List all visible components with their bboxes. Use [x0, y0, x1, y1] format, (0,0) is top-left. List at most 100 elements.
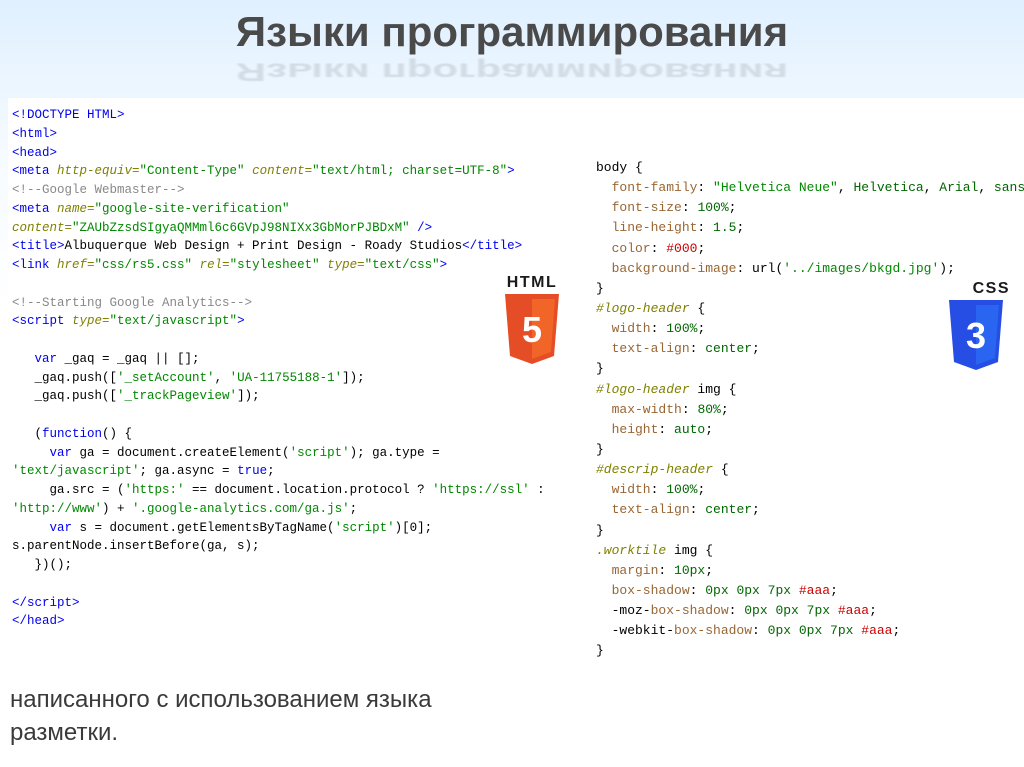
css-sep: ;: [729, 200, 737, 215]
css-brace: }: [596, 442, 604, 457]
css-code-panel: body { font-family: "Helvetica Neue", He…: [578, 98, 1018, 670]
css-prop: box-shadow: [651, 603, 729, 618]
css-sep: :: [682, 200, 698, 215]
css-color: #aaa: [861, 623, 892, 638]
js-kw: function: [42, 427, 102, 441]
css-prop: margin: [596, 563, 658, 578]
css-sel: .worktile: [596, 543, 666, 558]
css-sep: ;: [752, 502, 760, 517]
js-code: )[0];: [395, 521, 433, 535]
js-str: 'https:': [125, 483, 185, 497]
slide-title-reflection: Языки программирования: [0, 58, 1024, 87]
html5-shield-icon: 5: [500, 294, 564, 368]
js-code: :: [530, 483, 553, 497]
css-str: "Helvetica Neue": [713, 180, 838, 195]
html-attr: http-equiv=: [50, 164, 140, 178]
js-str: 'http://www': [12, 502, 102, 516]
css-sel: img {: [690, 382, 737, 397]
css-str: '../images/bkgd.jpg': [783, 261, 939, 276]
html5-label: HTML: [498, 274, 566, 292]
js-str: '_trackPageview': [117, 389, 237, 403]
html-str: "text/javascript": [110, 314, 238, 328]
html-comment: <!--Starting Google Analytics-->: [12, 296, 252, 310]
css-brace: }: [596, 643, 604, 658]
js-code: s.parentNode.insertBefore(ga, s);: [12, 539, 260, 553]
html-str: "css/rs5.css": [95, 258, 193, 272]
js-code: ); ga.type =: [350, 446, 448, 460]
css-prefix: -moz-: [596, 603, 651, 618]
css-val: 0px 0px 7px: [768, 623, 862, 638]
js-code: s = document.getElementsByTagName(: [72, 521, 335, 535]
html-attr: type=: [320, 258, 365, 272]
html-attr: type=: [65, 314, 110, 328]
css-color: #aaa: [838, 603, 869, 618]
css-val: 80%: [697, 402, 720, 417]
css-sep: :: [682, 402, 698, 417]
css-prop: height: [596, 422, 658, 437]
slide-title: Языки программирования: [0, 0, 1024, 56]
html-tag: >: [507, 164, 515, 178]
html-attr: href=: [50, 258, 95, 272]
js-kw: true: [237, 464, 267, 478]
css-val: 0px 0px 7px: [744, 603, 838, 618]
html5-logo: HTML 5: [498, 274, 566, 373]
js-code: })();: [12, 558, 72, 572]
js-str: 'UA-11755188-1': [230, 371, 343, 385]
js-code: ;: [350, 502, 358, 516]
css-sep: :: [729, 603, 745, 618]
js-code: (: [12, 427, 42, 441]
css-sel: #descrip-header: [596, 462, 713, 477]
html-attr: content=: [245, 164, 313, 178]
html-str: "google-site-verification": [95, 202, 290, 216]
html-tag: >: [237, 314, 245, 328]
css-prop: width: [596, 482, 651, 497]
js-kw: var: [12, 521, 72, 535]
css-val: sans-: [994, 180, 1024, 195]
js-str: '_setAccount': [117, 371, 215, 385]
html-tag: </title>: [462, 239, 522, 253]
css-val: 100%: [666, 321, 697, 336]
html-text: Albuquerque Web Design + Print Design - …: [65, 239, 463, 253]
css-brace: }: [596, 361, 604, 376]
css-color: #000: [666, 241, 697, 256]
css-prop: text-align: [596, 502, 690, 517]
code-panels: <!DOCTYPE HTML> <html> <head> <meta http…: [8, 98, 1024, 670]
css-prop: font-size: [596, 200, 682, 215]
js-code: ;: [267, 464, 275, 478]
js-code: ,: [215, 371, 230, 385]
css-val: 0px 0px 7px: [705, 583, 799, 598]
css-sep: ;: [830, 583, 838, 598]
css-sep: :: [690, 341, 706, 356]
js-code: _gaq.push([: [12, 371, 117, 385]
css-brace: }: [596, 281, 604, 296]
css-val: 100%: [666, 482, 697, 497]
css-sep: ;: [869, 603, 877, 618]
css-sep: :: [697, 180, 713, 195]
css-sep: :: [690, 502, 706, 517]
js-kw: var: [12, 352, 57, 366]
html-attr: content=: [12, 221, 72, 235]
html-tag: >: [440, 258, 448, 272]
css-val: 10px: [674, 563, 705, 578]
html-tag: <link: [12, 258, 50, 272]
css-sep: ,: [838, 180, 854, 195]
css-val: 1.5: [713, 220, 736, 235]
css-prop: box-shadow: [674, 623, 752, 638]
js-code: ; ga.async =: [140, 464, 238, 478]
css-sep: ,: [978, 180, 994, 195]
js-code: == document.location.protocol ?: [185, 483, 433, 497]
html-tag: <meta: [12, 202, 50, 216]
js-code: ga = document.createElement(: [72, 446, 290, 460]
css-val: 100%: [697, 200, 728, 215]
css-color: #aaa: [799, 583, 830, 598]
css-prefix: -webkit-: [596, 623, 674, 638]
css-val: center: [705, 341, 752, 356]
css3-logo: CSS 3: [942, 280, 1010, 379]
html-tag: <title>: [12, 239, 65, 253]
bottom-line-1: написанного с использованием языка: [10, 684, 432, 716]
css-prop: line-height: [596, 220, 697, 235]
js-code: ]);: [237, 389, 260, 403]
js-str: 'script': [335, 521, 395, 535]
css-prop: font-family: [596, 180, 697, 195]
css-sep: ;: [697, 321, 705, 336]
